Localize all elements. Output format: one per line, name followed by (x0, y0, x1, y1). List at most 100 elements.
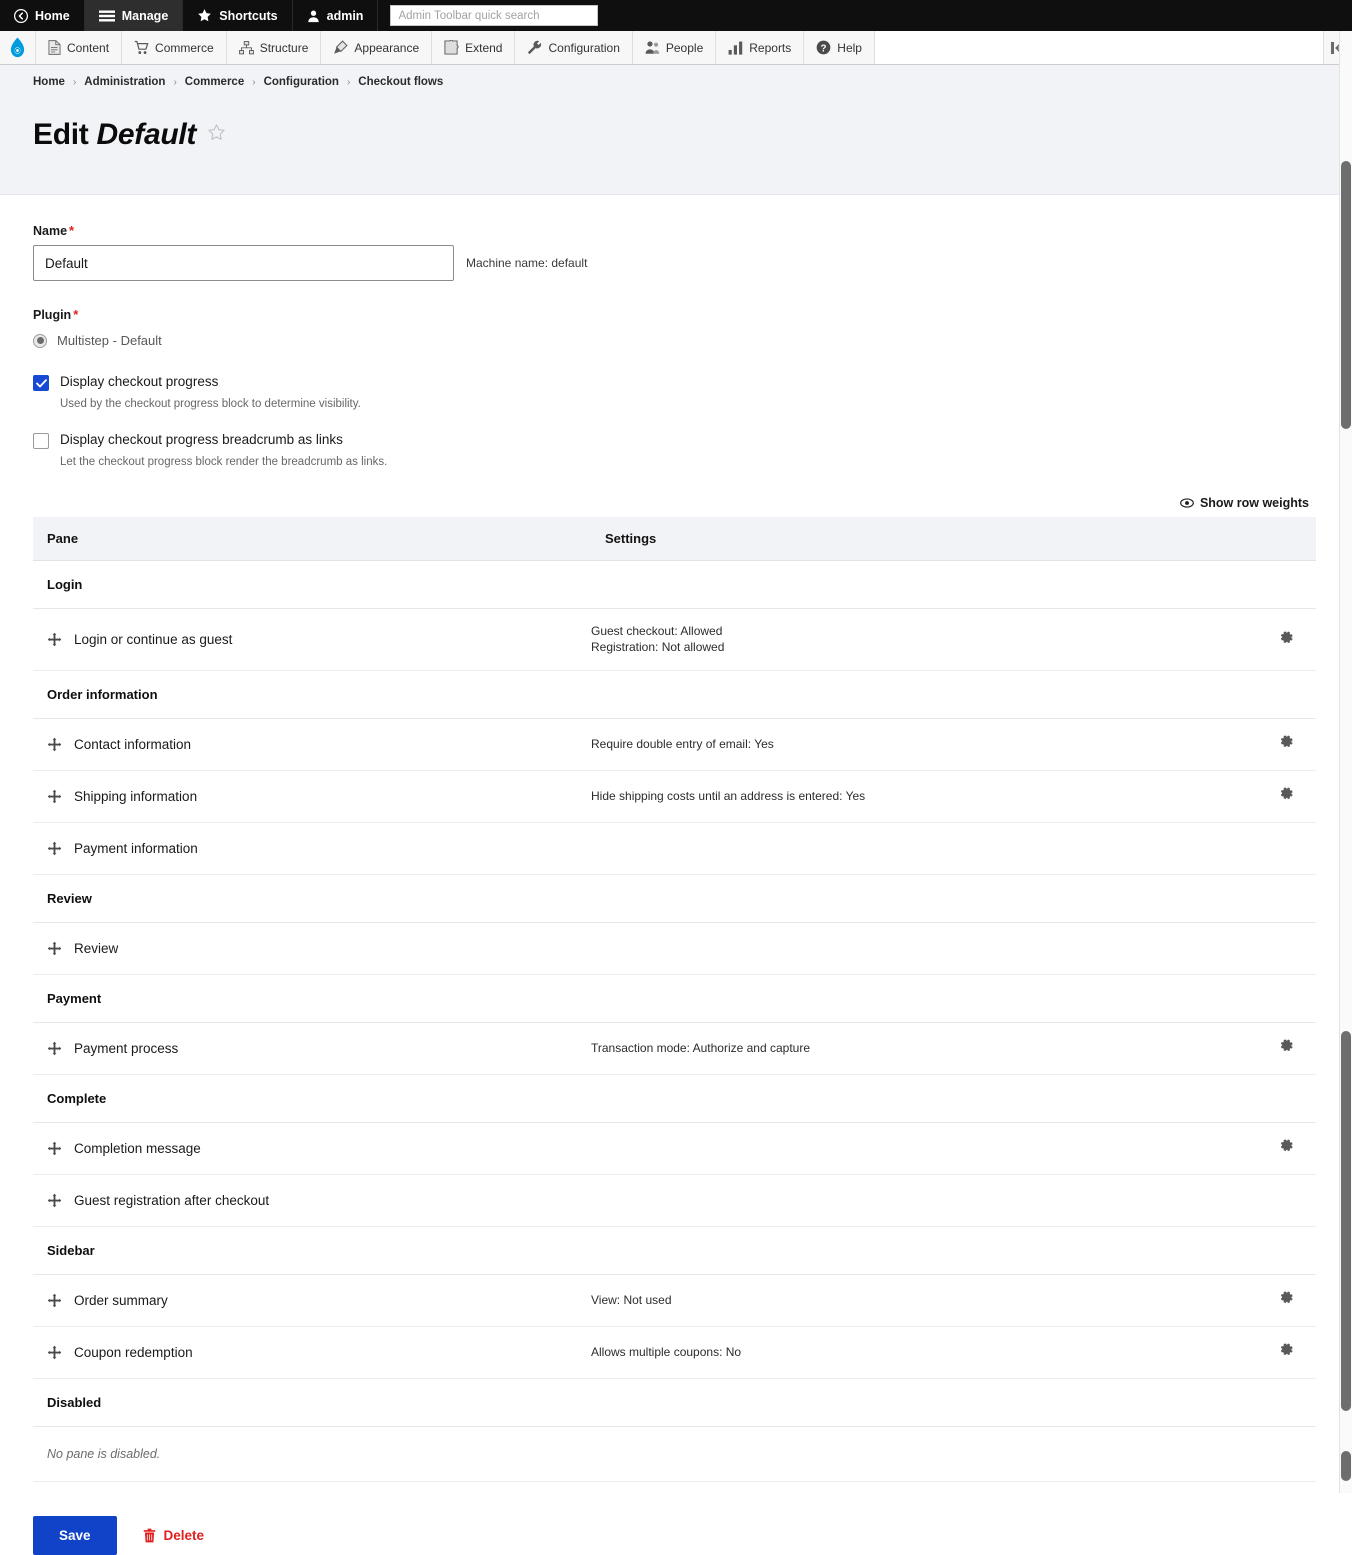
setting-line: Registration: Not allowed (591, 640, 1256, 655)
brush-icon (333, 40, 348, 55)
operations-cell (1256, 1174, 1316, 1226)
toolbar-item-shortcuts-label: Shortcuts (219, 9, 277, 23)
drag-handle-icon[interactable] (47, 1141, 62, 1156)
gear-icon[interactable] (1279, 786, 1294, 801)
gear-icon[interactable] (1279, 1290, 1294, 1305)
breadcrumb-item-home[interactable]: Home (33, 76, 65, 88)
menu-item-commerce[interactable]: Commerce (122, 31, 227, 64)
page-scrollbar-track[interactable] (1339, 31, 1352, 1493)
pane-cell: Coupon redemption (33, 1326, 591, 1378)
checkbox-group-breadcrumb-links: Display checkout progress breadcrumb as … (33, 432, 1316, 468)
toolbar-item-home[interactable]: Home (0, 0, 85, 31)
drag-handle-icon[interactable] (47, 1293, 62, 1308)
pane-label: Review (74, 941, 118, 956)
gear-icon[interactable] (1279, 630, 1294, 645)
group-label-review: Review (33, 874, 1316, 922)
page-scrollbar-thumb-end[interactable] (1341, 1451, 1351, 1481)
table-row[interactable]: Payment process Transaction mode: Author… (33, 1022, 1316, 1074)
table-row[interactable]: Payment information (33, 822, 1316, 874)
pane-label: Payment process (74, 1041, 178, 1056)
menu-item-help-label: Help (837, 41, 862, 55)
star-outline-icon[interactable] (207, 123, 226, 147)
menu-item-configuration[interactable]: Configuration (515, 31, 632, 64)
checkbox-breadcrumb-links[interactable] (33, 433, 49, 449)
page-scrollbar-thumb-lower[interactable] (1341, 1031, 1351, 1411)
table-row[interactable]: Coupon redemption Allows multiple coupon… (33, 1326, 1316, 1378)
page-scrollbar-thumb-upper[interactable] (1341, 161, 1351, 429)
menu-item-structure[interactable]: Structure (227, 31, 322, 64)
checkbox-display-progress[interactable] (33, 375, 49, 391)
plugin-radio-multistep[interactable]: Multistep - Default (33, 333, 1316, 348)
toolbar-item-manage[interactable]: Manage (85, 0, 184, 31)
save-button[interactable]: Save (33, 1516, 117, 1555)
menu-item-appearance[interactable]: Appearance (321, 31, 432, 64)
gear-icon[interactable] (1279, 734, 1294, 749)
gear-icon[interactable] (1279, 1038, 1294, 1053)
drag-handle-icon[interactable] (47, 737, 62, 752)
checkbox-row-display-progress[interactable]: Display checkout progress (33, 374, 1316, 391)
plugin-label-text: Plugin (33, 308, 71, 322)
sitemap-icon (239, 41, 254, 55)
panes-table-header-row: Pane Settings (33, 517, 1316, 561)
table-row[interactable]: Review (33, 922, 1316, 974)
toolbar-item-shortcuts[interactable]: Shortcuts (183, 0, 292, 31)
group-label-sidebar: Sidebar (33, 1226, 1316, 1274)
pane-label: Shipping information (74, 789, 197, 804)
plugin-label: Plugin* (33, 307, 1316, 322)
drag-handle-icon[interactable] (47, 1193, 62, 1208)
drag-handle-icon[interactable] (47, 1345, 62, 1360)
pane-label: Login or continue as guest (74, 632, 232, 647)
checkbox-display-progress-label: Display checkout progress (60, 374, 218, 389)
pane-cell: Login or continue as guest (33, 609, 591, 671)
trash-icon (143, 1528, 156, 1543)
settings-cell (591, 1174, 1256, 1226)
puzzle-icon (444, 40, 459, 55)
show-row-weights-toggle[interactable]: Show row weights (1180, 496, 1309, 510)
drag-handle-icon[interactable] (47, 789, 62, 804)
settings-cell: Transaction mode: Authorize and capture (591, 1022, 1256, 1074)
table-row[interactable]: Completion message (33, 1122, 1316, 1174)
drag-handle-icon[interactable] (47, 841, 62, 856)
group-label-complete: Complete (33, 1074, 1316, 1122)
breadcrumb-item-configuration[interactable]: Configuration (264, 76, 339, 88)
menu-item-people[interactable]: People (633, 31, 716, 64)
menu-item-extend[interactable]: Extend (432, 31, 515, 64)
menu-item-help[interactable]: ? Help (804, 31, 875, 64)
admin-toolbar-search-input[interactable] (390, 5, 598, 26)
table-row[interactable]: Guest registration after checkout (33, 1174, 1316, 1226)
checkbox-row-breadcrumb-links[interactable]: Display checkout progress breadcrumb as … (33, 432, 1316, 449)
pane-cell: Order summary (33, 1274, 591, 1326)
delete-button[interactable]: Delete (143, 1528, 205, 1543)
operations-cell (1256, 1326, 1316, 1378)
pane-cell: Contact information (33, 718, 591, 770)
back-arrow-icon (14, 9, 28, 23)
required-marker: * (69, 223, 74, 238)
gear-icon[interactable] (1279, 1342, 1294, 1357)
drag-handle-icon[interactable] (47, 1041, 62, 1056)
breadcrumb-item-checkout-flows[interactable]: Checkout flows (358, 76, 443, 88)
breadcrumb-item-administration[interactable]: Administration (84, 76, 165, 88)
table-row[interactable]: Login or continue as guest Guest checkou… (33, 609, 1316, 671)
toolbar-item-home-label: Home (35, 9, 70, 23)
operations-cell (1256, 718, 1316, 770)
gear-icon[interactable] (1279, 1138, 1294, 1153)
table-row[interactable]: Order summary View: Not used (33, 1274, 1316, 1326)
required-marker: * (73, 307, 78, 322)
menu-item-reports[interactable]: Reports (716, 31, 804, 64)
checkbox-display-progress-description: Used by the checkout progress block to d… (60, 398, 1316, 410)
toolbar-menu-spacer (875, 31, 1324, 64)
drag-handle-icon[interactable] (47, 941, 62, 956)
table-row[interactable]: Shipping information Hide shipping costs… (33, 770, 1316, 822)
group-row-disabled: Disabled (33, 1378, 1316, 1426)
group-label-login: Login (33, 561, 1316, 609)
admin-toolbar-top: Home Manage Shortcuts admin (0, 0, 1352, 31)
toolbar-item-admin-user[interactable]: admin (293, 0, 379, 31)
menu-item-content[interactable]: Content (36, 31, 122, 64)
breadcrumb-item-commerce[interactable]: Commerce (185, 76, 244, 88)
table-row[interactable]: Contact information Require double entry… (33, 718, 1316, 770)
drag-handle-icon[interactable] (47, 632, 62, 647)
page-title-row: Edit Default (33, 98, 1352, 172)
name-field-group: Name* Machine name: default (33, 223, 1316, 281)
drupal-logo[interactable] (0, 31, 36, 64)
name-input[interactable] (33, 245, 454, 281)
